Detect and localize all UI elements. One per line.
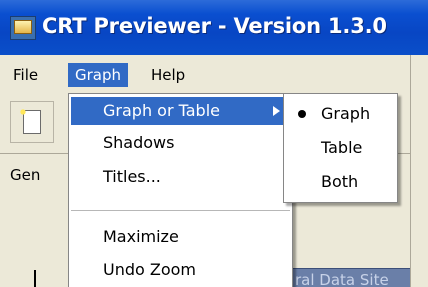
menu-item-graph-or-table[interactable]: Graph or Table bbox=[71, 97, 290, 125]
submenu-item-label: Graph bbox=[321, 104, 371, 123]
submenu-item-table[interactable]: Table bbox=[286, 132, 395, 164]
window-title: CRT Previewer - Version 1.3.0 bbox=[42, 14, 387, 38]
menu-file[interactable]: File bbox=[6, 63, 45, 87]
menu-item-label: Graph or Table bbox=[103, 101, 220, 120]
window-right-edge bbox=[410, 55, 428, 287]
data-site-link[interactable]: ral Data Site bbox=[288, 268, 428, 287]
tab-general[interactable]: Gen bbox=[10, 162, 40, 188]
new-document-icon bbox=[18, 107, 41, 134]
menu-help[interactable]: Help bbox=[144, 63, 192, 87]
new-document-button[interactable] bbox=[10, 101, 54, 143]
menu-item-undo-zoom[interactable]: Undo Zoom bbox=[71, 256, 290, 284]
graph-menu-dropdown: Graph or Table Shadows Titles... Maximiz… bbox=[68, 93, 293, 287]
graph-or-table-submenu: Graph Table Both bbox=[283, 93, 398, 203]
submenu-item-both[interactable]: Both bbox=[286, 166, 395, 198]
menu-item-titles[interactable]: Titles... bbox=[71, 163, 290, 191]
radio-bullet-icon bbox=[298, 110, 306, 118]
menu-item-maximize[interactable]: Maximize bbox=[71, 223, 290, 251]
content-marker bbox=[34, 270, 36, 287]
submenu-item-graph[interactable]: Graph bbox=[286, 98, 395, 130]
app-window: CRT Previewer - Version 1.3.0 File Graph… bbox=[0, 0, 428, 287]
menu-bar: File Graph Help bbox=[0, 55, 428, 93]
menu-item-shadows[interactable]: Shadows bbox=[71, 129, 290, 157]
submenu-arrow-icon bbox=[273, 106, 280, 116]
menu-graph[interactable]: Graph bbox=[68, 63, 129, 87]
menu-separator bbox=[71, 210, 290, 211]
title-bar[interactable]: CRT Previewer - Version 1.3.0 bbox=[0, 0, 428, 55]
app-icon[interactable] bbox=[10, 16, 36, 40]
